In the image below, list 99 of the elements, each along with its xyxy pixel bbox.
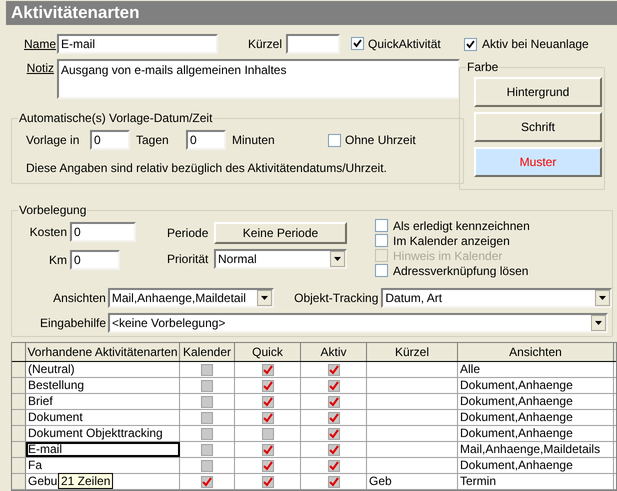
field-label: Ohne Uhrzeit	[345, 132, 416, 149]
kuerzel-field[interactable]	[286, 34, 340, 54]
checkbox[interactable]	[201, 396, 213, 408]
field-label: Ansichten	[52, 290, 107, 307]
checkbox[interactable]	[328, 380, 340, 392]
table-cell[interactable]: (Neutral)	[26, 362, 180, 377]
field-label: Periode	[167, 225, 210, 242]
checkbox[interactable]	[262, 460, 274, 472]
checkbox[interactable]	[375, 234, 388, 247]
checkbox[interactable]	[375, 219, 388, 232]
field-label: Name	[24, 36, 54, 53]
notiz-field[interactable]: Ausgang von e-mails allgemeinen Inhaltes	[57, 59, 460, 99]
checkbox[interactable]	[328, 460, 340, 472]
checkbox-label: Hinweis im Kalender	[393, 248, 502, 264]
table-cell[interactable]: Dokument Objekttracking	[26, 426, 180, 441]
field-label: Notiz	[26, 60, 54, 77]
group-title: Automatische(s) Vorlage-Datum/Zeit	[18, 111, 214, 125]
row-header[interactable]	[12, 474, 26, 489]
row-header[interactable]	[12, 426, 26, 441]
column-header[interactable]: Kalender	[180, 343, 235, 361]
field-label: Kürzel	[248, 36, 282, 53]
group-title: Farbe	[466, 60, 500, 74]
checkbox[interactable]	[328, 396, 340, 408]
ansichten-dropdown[interactable]: Mail,Anhaenge,Maildetail	[108, 288, 274, 308]
column-header[interactable]: Kürzel	[367, 343, 458, 361]
field-label: QuickAktivität	[368, 36, 441, 53]
table-cell: Mail,Anhaenge,Maildetails	[458, 442, 614, 457]
checkbox-label: Adressverknüpfung lösen	[393, 262, 528, 280]
table-cell[interactable]: Dokument	[26, 410, 180, 425]
checkbox[interactable]	[351, 37, 364, 50]
row-header[interactable]	[12, 442, 26, 457]
column-header[interactable]: Ansichten	[458, 343, 614, 361]
checkbox[interactable]	[201, 460, 213, 472]
row-header[interactable]	[12, 362, 26, 377]
checkbox[interactable]	[328, 134, 341, 146]
checkbox[interactable]	[262, 412, 274, 424]
row-header[interactable]	[12, 458, 26, 473]
checkbox[interactable]	[328, 428, 340, 440]
checkbox[interactable]	[262, 476, 274, 488]
field-label: Objekt-Tracking	[293, 290, 380, 307]
button[interactable]: Keine Periode	[214, 222, 347, 244]
checkbox[interactable]	[375, 264, 388, 277]
field-label: Minuten	[232, 132, 276, 149]
table-cell: Dokument,Anhaenge	[458, 378, 614, 393]
row-header[interactable]	[12, 394, 26, 409]
checkbox[interactable]	[201, 380, 213, 392]
tracking-dropdown[interactable]: Datum, Art	[381, 288, 612, 308]
kosten-field[interactable]: 0	[70, 222, 136, 242]
column-header[interactable]: Vorhandene Aktivitätenarten	[26, 343, 180, 361]
checkbox[interactable]	[328, 444, 340, 456]
checkbox[interactable]	[262, 380, 274, 392]
table-cell: Geb	[367, 474, 458, 489]
row-header[interactable]	[12, 378, 26, 393]
row-header[interactable]	[12, 410, 26, 425]
checkbox[interactable]	[262, 364, 274, 376]
field-label: Aktiv bei Neuanlage	[482, 36, 589, 53]
checkbox[interactable]	[464, 38, 477, 50]
checkbox[interactable]	[328, 364, 340, 376]
prioritaet-dropdown[interactable]: Normal	[214, 249, 347, 269]
window-title: Aktivitätenarten	[6, 1, 617, 25]
group-title: Vorbelegung	[18, 203, 88, 217]
checkbox[interactable]	[201, 476, 213, 488]
field-label: Km	[48, 252, 68, 269]
checkbox[interactable]	[262, 428, 274, 440]
field-label: Tagen	[136, 132, 170, 149]
field-label: Diese Angaben sind relativ bezüglich des Aktivitätendatums/Uhrzeit.	[26, 161, 387, 175]
name-field[interactable]: E-mail	[57, 34, 218, 54]
tage-field[interactable]: 0	[90, 130, 130, 150]
checkbox[interactable]	[201, 428, 213, 440]
table-cell: Alle	[458, 362, 614, 377]
km-field[interactable]: 0	[70, 250, 120, 270]
table-cell: Dokument,Anhaenge	[458, 426, 614, 441]
table-cell[interactable]: E-mail	[26, 442, 180, 457]
checkbox-label: Als erledigt kennzeichnen	[393, 218, 530, 234]
table-cell: Dokument,Anhaenge	[458, 458, 614, 473]
column-header[interactable]: Aktiv	[301, 343, 367, 361]
field-label: Kosten	[28, 224, 68, 241]
button[interactable]: Hintergrund	[474, 77, 602, 107]
table-cell: Dokument,Anhaenge	[458, 394, 614, 409]
checkbox[interactable]	[328, 476, 340, 488]
table-cell: Termin	[458, 474, 614, 489]
field-label: Vorlage in	[26, 132, 80, 149]
checkbox[interactable]	[262, 396, 274, 408]
eingabehilfe-dropdown[interactable]: <keine Vorbelegung>	[108, 313, 608, 333]
table-cell[interactable]: Bestellung	[26, 378, 180, 393]
checkbox[interactable]	[201, 412, 213, 424]
checkbox[interactable]	[262, 444, 274, 456]
field-label: Eingabehilfe	[38, 315, 107, 332]
table-cell[interactable]: Brief	[26, 394, 180, 409]
tooltip: 21 Zeilen	[58, 473, 114, 489]
checkbox-label: Im Kalender anzeigen	[393, 232, 510, 250]
minuten-field[interactable]: 0	[186, 130, 226, 150]
checkbox[interactable]	[201, 364, 213, 376]
checkbox[interactable]	[201, 444, 213, 456]
field-label: Priorität	[167, 251, 210, 268]
button[interactable]: Schrift	[474, 112, 602, 142]
checkbox[interactable]	[328, 412, 340, 424]
column-header[interactable]: Quick	[235, 343, 301, 361]
table-cell: Dokument,Anhaenge	[458, 410, 614, 425]
